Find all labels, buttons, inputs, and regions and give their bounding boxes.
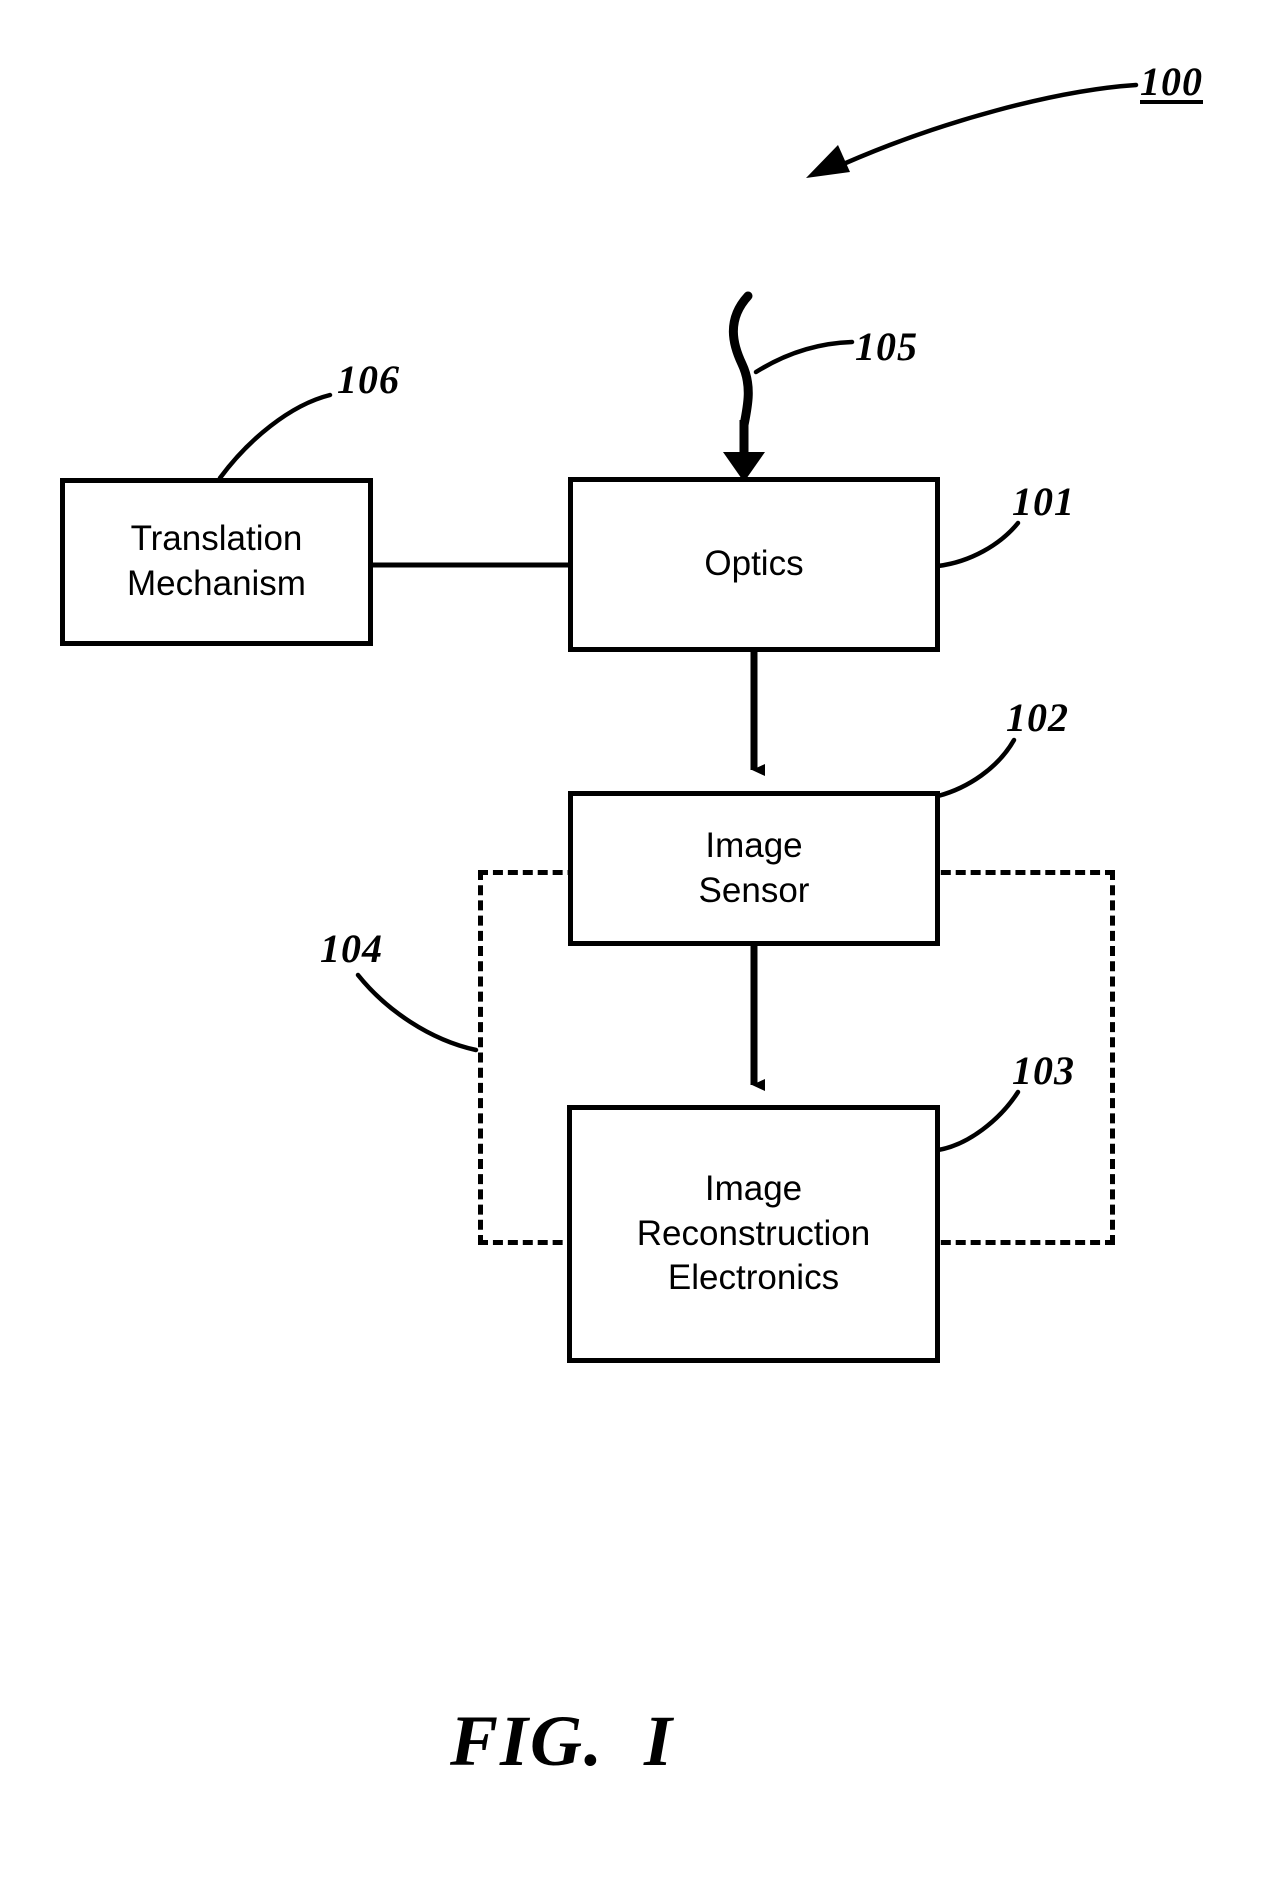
leader-106 — [217, 392, 333, 481]
block-image-reconstruction-electronics-label: Image Reconstruction Electronics — [636, 1168, 871, 1298]
reference-numeral-103: 103 — [1012, 1048, 1075, 1093]
reference-numeral-105: 105 — [855, 324, 918, 369]
reference-numeral-106: 106 — [337, 357, 400, 402]
leader-102 — [935, 737, 1017, 799]
reference-numeral-102: 102 — [1006, 695, 1069, 740]
leader-105 — [753, 339, 855, 375]
reference-numeral-101: 101 — [1012, 479, 1075, 524]
reference-numeral-100: 100 — [1140, 59, 1203, 104]
block-optics[interactable]: Optics — [568, 477, 940, 652]
figure-caption: FIG. I — [450, 1701, 675, 1781]
block-translation-mechanism[interactable]: Translation Mechanism — [60, 478, 373, 646]
block-image-sensor-label: Image Sensor — [698, 825, 810, 910]
incoming-light-wavy-arrow — [723, 291, 765, 482]
block-image-sensor[interactable]: Image Sensor — [568, 791, 940, 946]
reference-numeral-104: 104 — [320, 926, 383, 971]
block-optics-label: Optics — [704, 544, 804, 584]
block-translation-mechanism-label: Translation Mechanism — [127, 519, 306, 603]
block-image-reconstruction-electronics[interactable]: Image Reconstruction Electronics — [567, 1105, 940, 1363]
patent-figure: Translation Mechanism Optics Image Senso… — [0, 0, 1279, 1893]
leader-100 — [806, 82, 1139, 178]
leader-104 — [355, 972, 479, 1053]
leader-101 — [935, 520, 1021, 569]
